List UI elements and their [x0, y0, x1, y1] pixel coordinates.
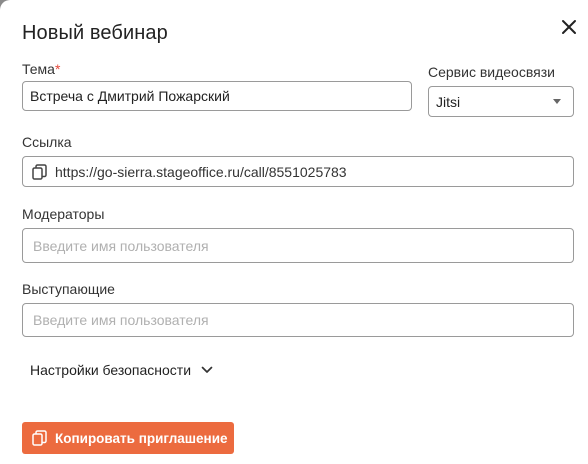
copy-link-icon[interactable] [32, 163, 47, 180]
link-field[interactable]: https://go-sierra.stageoffice.ru/call/85… [22, 156, 574, 187]
dialog-title: Новый вебинар [22, 22, 168, 44]
copy-icon [32, 430, 47, 446]
required-mark: * [54, 61, 61, 77]
dropdown-caret-icon [553, 99, 561, 104]
close-icon [562, 20, 576, 34]
topic-label: Тема* [22, 61, 60, 77]
copy-invitation-button[interactable]: Копировать приглашение [22, 422, 234, 454]
link-label: Ссылка [22, 134, 72, 150]
security-settings-toggle[interactable]: Настройки безопасности [30, 362, 213, 378]
speakers-input[interactable] [23, 312, 573, 328]
video-service-value: Jitsi [436, 93, 461, 110]
video-service-select[interactable]: Jitsi [428, 86, 574, 117]
speakers-label: Выступающие [22, 281, 115, 297]
moderators-label: Модераторы [22, 206, 105, 222]
link-value: https://go-sierra.stageoffice.ru/call/85… [55, 163, 347, 180]
moderators-input[interactable] [23, 237, 573, 254]
chevron-down-icon [201, 366, 213, 374]
video-service-label: Сервис видеосвязи [428, 64, 555, 80]
copy-icon [32, 163, 47, 180]
copy-invitation-label: Копировать приглашение [55, 430, 228, 446]
moderators-field[interactable] [22, 228, 574, 263]
new-webinar-dialog: Новый вебинар Тема* Сервис видеосвязи Ji… [0, 0, 588, 464]
topic-field[interactable] [22, 81, 412, 111]
topic-label-text: Тема [22, 61, 55, 77]
speakers-field[interactable] [22, 303, 574, 337]
security-settings-label: Настройки безопасности [30, 362, 192, 378]
close-button[interactable] [556, 14, 582, 40]
topic-input[interactable] [23, 88, 411, 104]
